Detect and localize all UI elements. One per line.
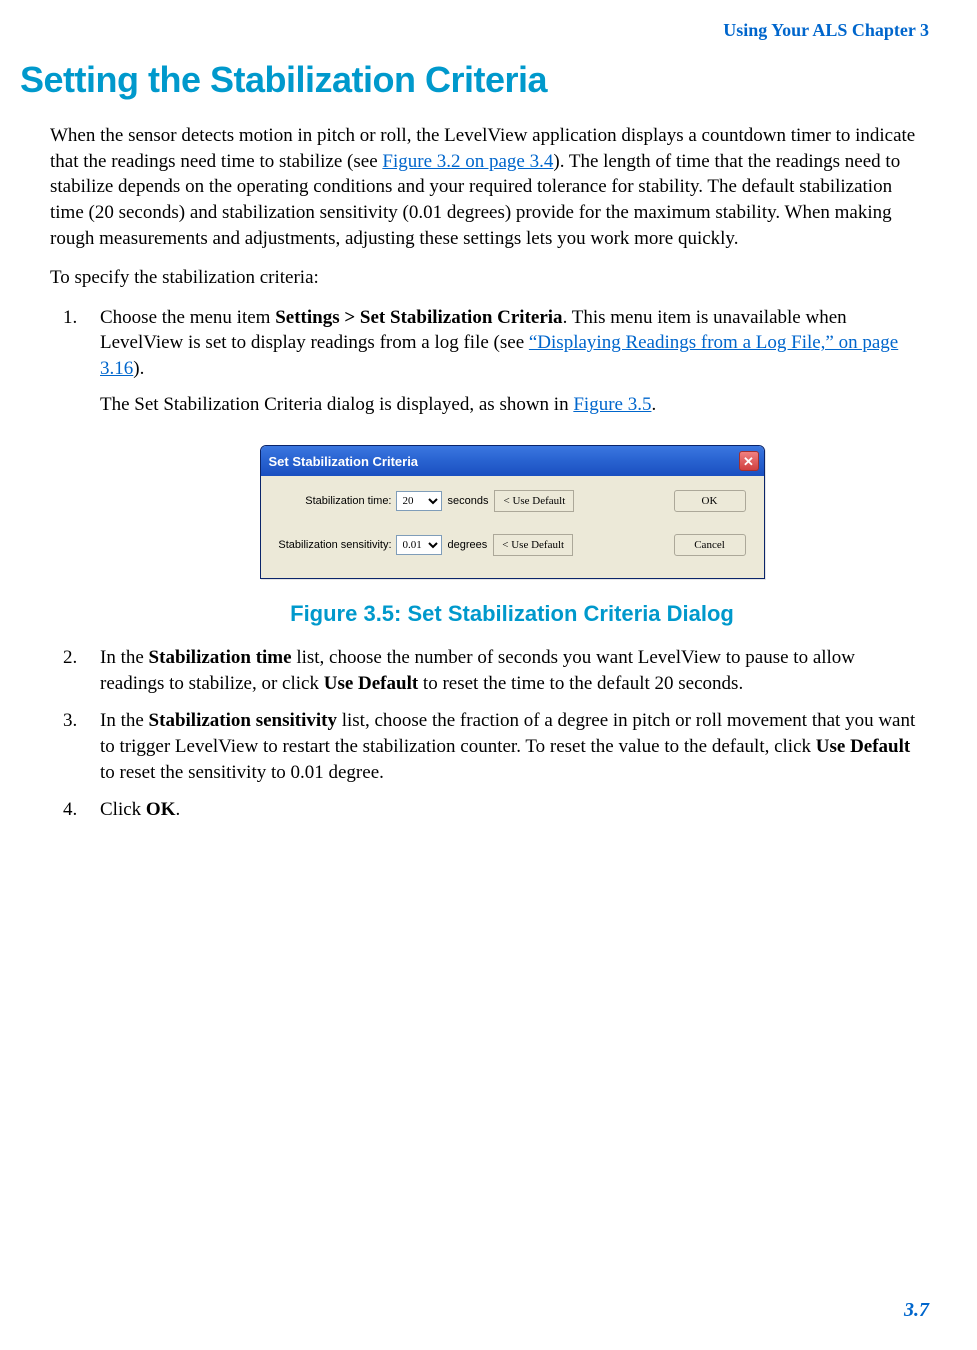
dialog-figure: Set Stabilization Criteria ✕ Stabilizati… bbox=[100, 445, 924, 579]
step3-bold-2: Use Default bbox=[816, 736, 910, 757]
select-stabilization-sensitivity[interactable]: 0.01 bbox=[396, 535, 442, 555]
step4-bold-1: OK bbox=[146, 799, 176, 820]
step1-text-3: ). bbox=[133, 358, 144, 379]
unit-degrees: degrees bbox=[448, 538, 488, 553]
use-default-sensitivity-button[interactable]: < Use Default bbox=[493, 534, 573, 556]
step1-bold-1: Settings > Set Stabilization Criteria bbox=[275, 307, 562, 328]
step1-text-1: Choose the menu item bbox=[100, 307, 275, 328]
step2-bold-1: Stabilization time bbox=[149, 647, 292, 668]
step3-bold-1: Stabilization sensitivity bbox=[149, 710, 337, 731]
unit-seconds: seconds bbox=[448, 494, 489, 509]
cancel-button[interactable]: Cancel bbox=[674, 534, 746, 556]
label-stabilization-time: Stabilization time: bbox=[271, 494, 396, 509]
ok-button[interactable]: OK bbox=[674, 490, 746, 512]
link-figure-3-5[interactable]: Figure 3.5 bbox=[573, 394, 651, 415]
step-1: Choose the menu item Settings > Set Stab… bbox=[82, 305, 924, 629]
step3-text-3: to reset the sensitivity to 0.01 degree. bbox=[100, 762, 384, 783]
page-number: 3.7 bbox=[904, 1299, 929, 1322]
step-2: In the Stabilization time list, choose t… bbox=[82, 645, 924, 696]
step4-text-2: . bbox=[175, 799, 180, 820]
select-stabilization-time[interactable]: 20 bbox=[396, 491, 442, 511]
link-figure-3-2[interactable]: Figure 3.2 on page 3.4 bbox=[382, 151, 553, 172]
form-row-time: Stabilization time: 20 seconds < Use Def… bbox=[271, 490, 754, 512]
step3-text-1: In the bbox=[100, 710, 149, 731]
dialog-title: Set Stabilization Criteria bbox=[269, 453, 419, 471]
form-row-sensitivity: Stabilization sensitivity: 0.01 degrees … bbox=[271, 534, 754, 556]
lead-in-text: To specify the stabilization criteria: bbox=[50, 265, 929, 291]
step-3: In the Stabilization sensitivity list, c… bbox=[82, 708, 924, 785]
step2-bold-2: Use Default bbox=[324, 673, 418, 694]
step1-sub-2: . bbox=[651, 394, 656, 415]
page-header: Using Your ALS Chapter 3 bbox=[20, 20, 929, 41]
dialog-titlebar: Set Stabilization Criteria ✕ bbox=[261, 446, 764, 476]
section-title: Setting the Stabilization Criteria bbox=[20, 59, 929, 101]
intro-paragraph: When the sensor detects motion in pitch … bbox=[50, 123, 929, 251]
close-icon[interactable]: ✕ bbox=[739, 451, 759, 471]
step-4: Click OK. bbox=[82, 797, 924, 823]
dialog-body: Stabilization time: 20 seconds < Use Def… bbox=[261, 476, 764, 578]
figure-caption: Figure 3.5: Set Stabilization Criteria D… bbox=[100, 599, 924, 629]
step1-subtext: The Set Stabilization Criteria dialog is… bbox=[100, 392, 924, 418]
step2-text-1: In the bbox=[100, 647, 149, 668]
step1-sub-1: The Set Stabilization Criteria dialog is… bbox=[100, 394, 573, 415]
step4-text-1: Click bbox=[100, 799, 146, 820]
use-default-time-button[interactable]: < Use Default bbox=[494, 490, 574, 512]
label-stabilization-sensitivity: Stabilization sensitivity: bbox=[271, 538, 396, 553]
stabilization-dialog: Set Stabilization Criteria ✕ Stabilizati… bbox=[260, 445, 765, 579]
step2-text-3: to reset the time to the default 20 seco… bbox=[418, 673, 743, 694]
